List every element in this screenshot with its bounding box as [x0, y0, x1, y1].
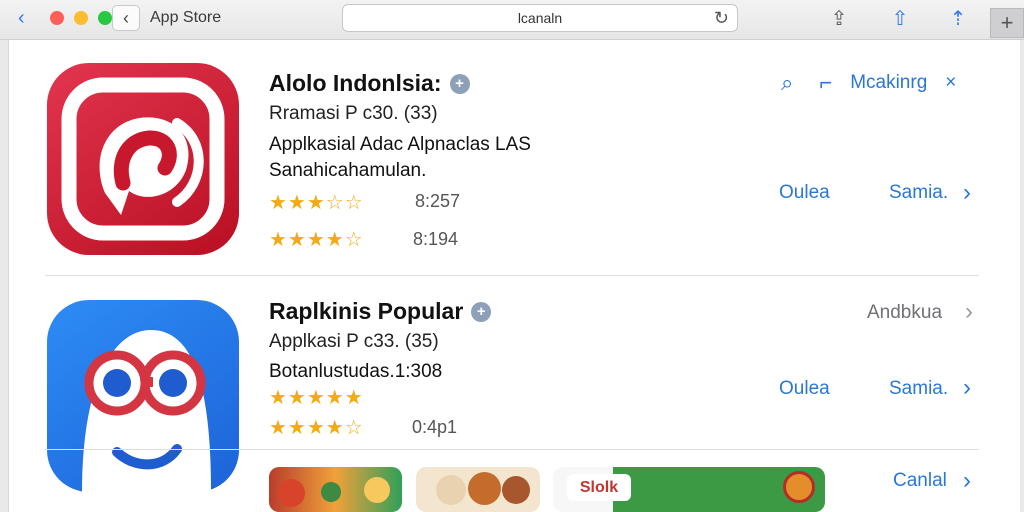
app-icon-blue[interactable]	[47, 300, 239, 492]
window-titlebar: ‹ ‹ App Store lcanaln ↻ ⇪ ⇧ ⇡ +	[0, 0, 1024, 40]
description-line: Botanlustudas.1:308	[269, 361, 443, 382]
nav-back-button[interactable]: ‹	[112, 5, 140, 31]
chevron-right-icon[interactable]: ›	[965, 298, 973, 326]
chevron-right-icon[interactable]: ›	[963, 374, 971, 402]
address-field[interactable]: lcanaln ↻	[342, 4, 738, 32]
top-action-link[interactable]: Mcakinrg	[850, 72, 927, 94]
chevron-left-icon: ‹	[123, 8, 129, 28]
character-icon	[321, 482, 341, 502]
rating-stars-2a: ★★★★★	[269, 387, 364, 409]
character-icon	[277, 479, 305, 507]
close-window-button[interactable]	[50, 11, 64, 25]
game-character-icon	[783, 471, 815, 503]
store-content: Alolo Indonlsia: + Rramasi P c30. (33) Ap…	[8, 40, 1020, 512]
app-action-1[interactable]: Oulea	[779, 182, 830, 204]
description-line: Sanahicahamulan.	[269, 160, 427, 181]
app-description-2: Botanlustudas.1:308	[269, 359, 442, 385]
top-actions-1: ⌕ ⌐ Mcakinrg ×	[781, 70, 956, 96]
bear-icon	[468, 472, 501, 505]
app-title: App Store	[150, 9, 222, 26]
info-icon: +	[471, 302, 492, 322]
chevron-right-icon[interactable]: ›	[963, 179, 971, 207]
side-label: Andbkua	[867, 302, 943, 323]
export-icon[interactable]: ⇡	[945, 6, 971, 32]
minimize-window-button[interactable]	[74, 11, 88, 25]
bear-icon	[436, 475, 466, 505]
app-name-2[interactable]: Raplkinis Popular +	[269, 298, 492, 325]
back-arrow-icon[interactable]: ‹	[18, 8, 38, 28]
app-action-2[interactable]: Samia.	[889, 182, 948, 204]
app-action-3[interactable]: Oulea	[779, 378, 830, 400]
plus-icon[interactable]: +	[990, 8, 1024, 38]
close-icon[interactable]: ×	[945, 72, 956, 94]
app-name-1[interactable]: Alolo Indonlsia: +	[269, 70, 470, 97]
address-text: lcanaln	[517, 10, 563, 26]
rating-stars-2b: ★★★★☆	[269, 417, 364, 439]
chevron-right-icon[interactable]: ›	[963, 467, 971, 495]
share-icon[interactable]: ⇪	[826, 6, 852, 32]
app-description-1: Applkasial Adac Alpnaclas LAS Sanahicaha…	[269, 132, 531, 184]
bear-icon	[502, 476, 530, 504]
zoom-window-button[interactable]	[98, 11, 112, 25]
bookmark-icon[interactable]: ⇧	[887, 6, 913, 32]
app-subtitle-2: Applkasi P c33. (35)	[269, 331, 439, 352]
preview-action[interactable]: Canlal	[893, 470, 947, 492]
section-divider	[45, 275, 979, 276]
rating-score-1a: 8:257	[415, 191, 461, 211]
chat-bubble-icon	[61, 77, 225, 241]
window-controls	[50, 11, 112, 25]
preview-thumbnail[interactable]: Slolk	[553, 467, 825, 512]
description-line: Applkasial Adac Alpnaclas LAS	[269, 134, 531, 155]
preview-thumbnail[interactable]	[416, 467, 540, 512]
app-icon-red[interactable]	[47, 63, 239, 255]
app-subtitle-1: Rramasi P c30. (33)	[269, 103, 438, 124]
preview-thumbnail[interactable]	[269, 467, 402, 512]
info-icon: +	[449, 74, 470, 94]
preview-tag: Slolk	[567, 474, 631, 501]
app-name-1-text: Alolo Indonlsia:	[269, 70, 442, 96]
reload-icon[interactable]: ↻	[714, 5, 729, 32]
rating-score-1b: 8:194	[413, 229, 459, 249]
rating-score-2b: 0:4p1	[412, 417, 458, 437]
search-icon[interactable]: ⌕	[781, 70, 793, 96]
character-icon	[364, 477, 390, 503]
app-name-2-text: Raplkinis Popular	[269, 298, 464, 324]
rating-stars-1b: ★★★★☆	[269, 229, 364, 251]
cursor-icon[interactable]: ⌐	[819, 70, 832, 96]
section-divider	[45, 449, 979, 450]
rating-stars-1a: ★★★☆☆	[269, 192, 364, 214]
character-icon	[82, 330, 211, 492]
app-action-4[interactable]: Samia.	[889, 378, 948, 400]
